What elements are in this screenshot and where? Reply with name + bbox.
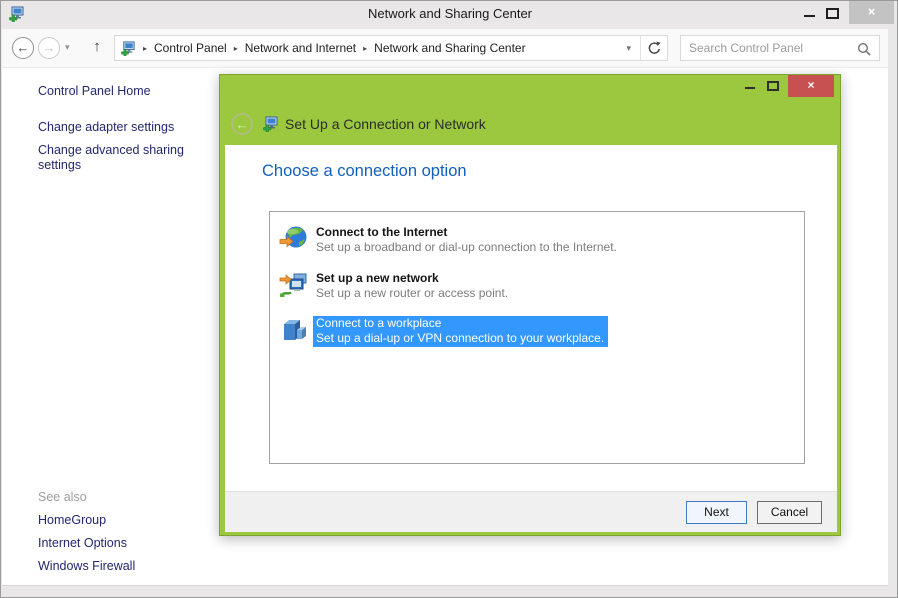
- cancel-button[interactable]: Cancel: [757, 501, 822, 524]
- window-title: Network and Sharing Center: [1, 1, 898, 29]
- search-input[interactable]: [689, 37, 849, 59]
- dialog-close-button[interactable]: ×: [788, 75, 834, 97]
- breadcrumb-separator-icon: ▸: [143, 44, 147, 53]
- breadcrumb-network-and-sharing-center[interactable]: Network and Sharing Center: [374, 41, 525, 55]
- dialog-minimize-button[interactable]: [745, 87, 755, 89]
- sidebar-item-windows-firewall[interactable]: Windows Firewall: [38, 559, 135, 573]
- option-connect-to-workplace[interactable]: Connect to a workplace Set up a dial-up …: [279, 316, 804, 347]
- network-sharing-center-window: Network and Sharing Center × ← → ▾ ↑ ▸ C…: [0, 0, 898, 598]
- option-title: Connect to a workplace: [316, 316, 604, 331]
- navigation-toolbar: ← → ▾ ↑ ▸ Control Panel ▸ Network and In…: [2, 29, 888, 67]
- address-dropdown-icon[interactable]: ▾: [626, 43, 631, 54]
- option-title: Set up a new network: [316, 271, 508, 286]
- sidebar-item-control-panel-home[interactable]: Control Panel Home: [38, 84, 151, 98]
- history-dropdown-icon[interactable]: ▾: [65, 42, 70, 53]
- search-box: [680, 35, 880, 61]
- sidebar-item-change-adapter-settings[interactable]: Change adapter settings: [38, 120, 174, 134]
- refresh-button[interactable]: [640, 36, 667, 60]
- sidebar-see-also-label: See also: [38, 490, 87, 504]
- workplace-buildings-icon: [279, 316, 309, 346]
- selected-option-highlight: Connect to a workplace Set up a dial-up …: [313, 316, 608, 347]
- sidebar-item-internet-options[interactable]: Internet Options: [38, 536, 127, 550]
- option-set-up-new-network[interactable]: Set up a new network Set up a new router…: [279, 270, 804, 301]
- minimize-button[interactable]: [804, 15, 815, 17]
- refresh-icon: [647, 41, 662, 56]
- breadcrumb-separator-icon: ▸: [363, 44, 367, 53]
- search-icon[interactable]: [857, 42, 871, 59]
- option-description: Set up a new router or access point.: [316, 286, 508, 301]
- breadcrumb-separator-icon: ▸: [234, 44, 238, 53]
- option-description: Set up a broadband or dial-up connection…: [316, 240, 617, 255]
- dialog-network-icon: [263, 116, 279, 135]
- sidebar-item-change-advanced-sharing[interactable]: Change advanced sharing settings: [38, 143, 198, 173]
- next-button[interactable]: Next: [686, 501, 747, 524]
- forward-button[interactable]: →: [38, 37, 60, 59]
- dialog-title: Set Up a Connection or Network: [285, 116, 486, 132]
- option-connect-to-internet[interactable]: Connect to the Internet Set up a broadba…: [279, 224, 804, 255]
- maximize-button[interactable]: [826, 8, 839, 19]
- dialog-heading: Choose a connection option: [262, 162, 467, 181]
- internet-globe-icon: [279, 224, 309, 254]
- option-description: Set up a dial-up or VPN connection to yo…: [316, 331, 604, 346]
- dialog-maximize-button[interactable]: [767, 81, 779, 91]
- setup-connection-dialog: × ← Set Up a Connection or Network Choos…: [219, 74, 841, 536]
- new-network-icon: [279, 270, 309, 300]
- address-network-icon: [121, 41, 136, 56]
- dialog-back-button[interactable]: ←: [231, 113, 253, 135]
- window-titlebar: Network and Sharing Center ×: [1, 1, 898, 29]
- dialog-footer: Next Cancel: [225, 491, 837, 532]
- breadcrumb-control-panel[interactable]: Control Panel: [154, 41, 227, 55]
- option-title: Connect to the Internet: [316, 225, 617, 240]
- up-button[interactable]: ↑: [87, 38, 107, 55]
- address-bar[interactable]: ▸ Control Panel ▸ Network and Internet ▸…: [114, 35, 668, 61]
- sidebar-item-homegroup[interactable]: HomeGroup: [38, 513, 106, 527]
- back-button[interactable]: ←: [12, 37, 34, 59]
- connection-options-list: Connect to the Internet Set up a broadba…: [269, 211, 805, 464]
- breadcrumb-network-and-internet[interactable]: Network and Internet: [245, 41, 356, 55]
- dialog-body: Choose a connection option: [225, 145, 837, 532]
- close-button[interactable]: ×: [849, 1, 894, 24]
